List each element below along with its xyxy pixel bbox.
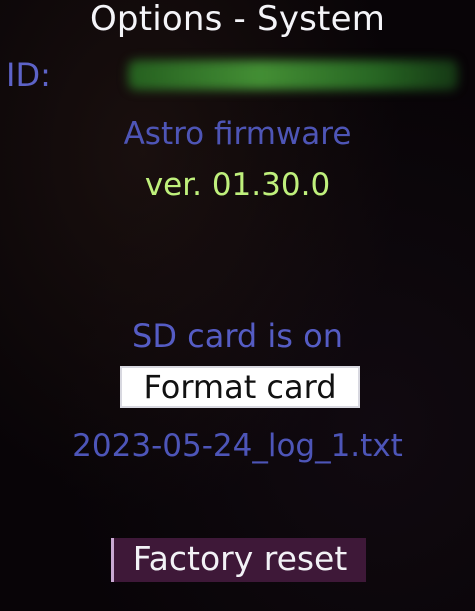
factory-reset-button[interactable]: Factory reset [111,538,366,582]
firmware-version: ver. 01.30.0 [144,167,331,203]
options-system-screen: Options - System ID: Astro firmware ver.… [0,0,475,611]
log-file-name: 2023-05-24_log_1.txt [72,428,403,464]
device-id-value [128,60,458,90]
device-id-label: ID: [6,56,51,94]
page-title: Options - System [89,0,386,39]
format-card-button[interactable]: Format card [120,366,360,408]
sd-card-status: SD card is on [132,317,343,355]
firmware-label: Astro firmware [123,116,352,152]
